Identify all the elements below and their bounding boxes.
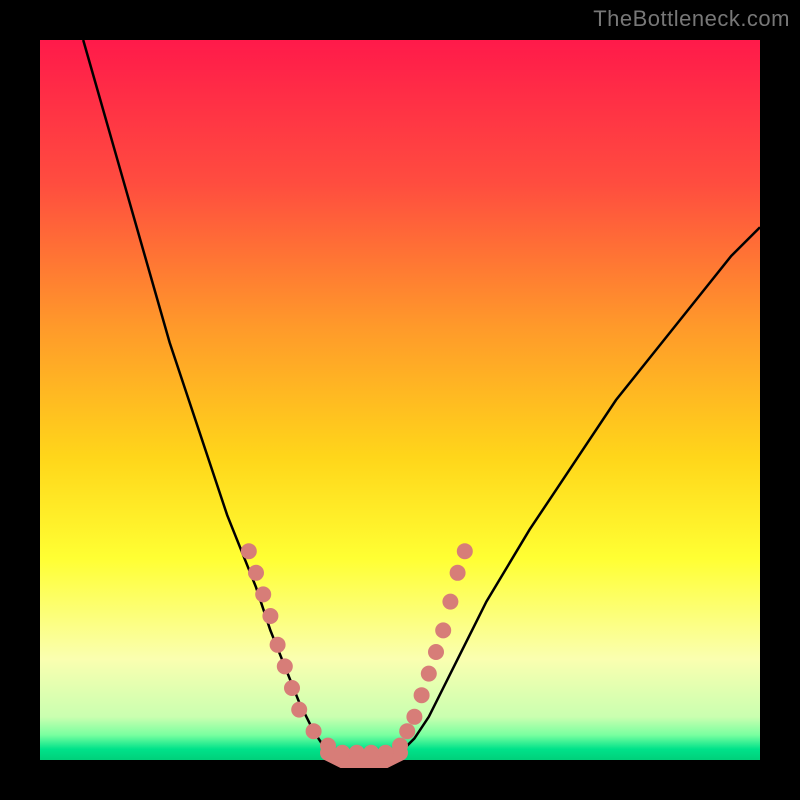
data-dot [378, 745, 394, 761]
data-dot [399, 723, 415, 739]
data-dot [428, 644, 444, 660]
data-dot [363, 745, 379, 761]
data-dot [255, 586, 271, 602]
data-dot [270, 637, 286, 653]
data-dot [435, 622, 451, 638]
data-dot [457, 543, 473, 559]
chart-svg [40, 40, 760, 760]
data-dot [421, 666, 437, 682]
data-dot [248, 565, 264, 581]
data-dot [262, 608, 278, 624]
data-dot [241, 543, 257, 559]
bottleneck-curve [83, 40, 760, 760]
watermark-text: TheBottleneck.com [593, 6, 790, 32]
data-dot [450, 565, 466, 581]
data-dot [392, 738, 408, 754]
data-dot [414, 687, 430, 703]
data-dot [406, 709, 422, 725]
data-dot [349, 745, 365, 761]
data-dot [334, 745, 350, 761]
data-dot [277, 658, 293, 674]
plot-area [40, 40, 760, 760]
outer-frame: TheBottleneck.com [0, 0, 800, 800]
data-dot [284, 680, 300, 696]
data-dot [442, 594, 458, 610]
data-dot [320, 738, 336, 754]
data-dot [306, 723, 322, 739]
data-dot [291, 702, 307, 718]
